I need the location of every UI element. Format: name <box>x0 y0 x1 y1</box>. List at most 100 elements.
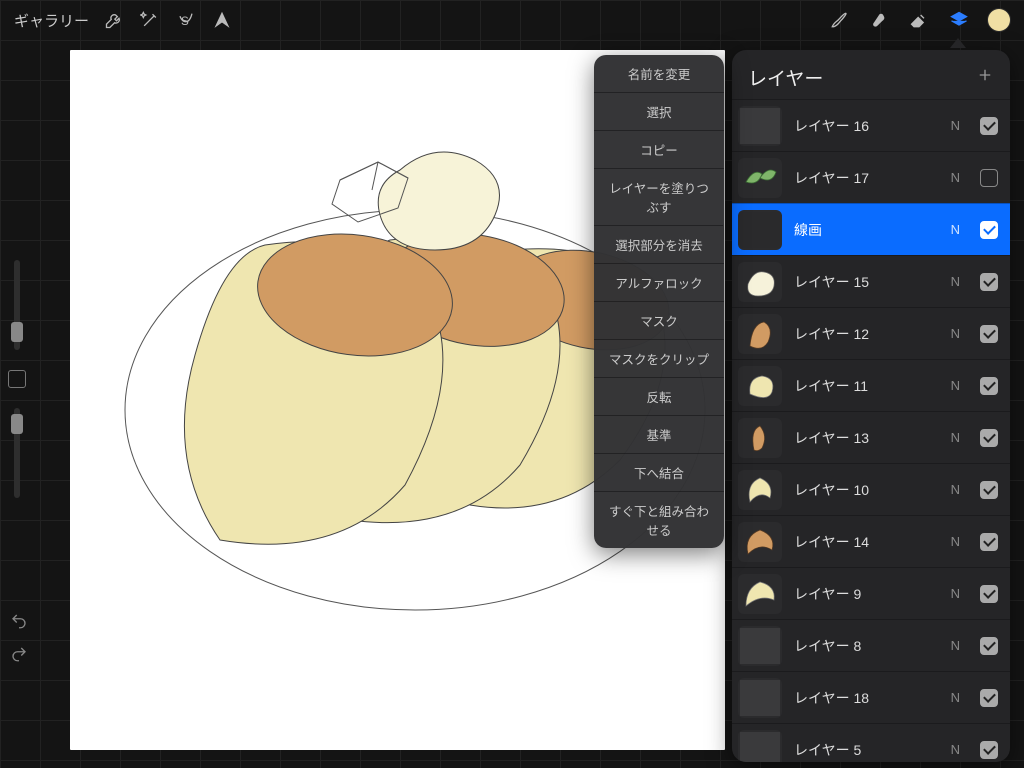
context-menu-item[interactable]: 選択 <box>594 93 724 131</box>
visibility-checkbox[interactable] <box>980 169 998 187</box>
layer-thumbnail[interactable] <box>738 678 782 718</box>
blend-mode-label[interactable]: N <box>951 274 960 289</box>
smudge-icon[interactable] <box>868 9 890 31</box>
layer-row[interactable]: レイヤー 12N <box>732 307 1010 359</box>
topbar-left: ギャラリー S <box>14 9 233 31</box>
visibility-checkbox[interactable] <box>980 117 998 135</box>
context-menu-item[interactable]: 下へ結合 <box>594 454 724 492</box>
context-menu-item[interactable]: コピー <box>594 131 724 169</box>
add-layer-button[interactable] <box>976 66 994 89</box>
layer-row[interactable]: レイヤー 10N <box>732 463 1010 515</box>
blend-mode-label[interactable]: N <box>951 690 960 705</box>
layer-row[interactable]: レイヤー 11 N <box>732 359 1010 411</box>
layers-panel-title: レイヤー <box>748 64 823 91</box>
layer-row[interactable]: 線画 N <box>732 203 1010 255</box>
undo-icon[interactable] <box>10 612 28 635</box>
layer-name-label: レイヤー 9 <box>794 584 939 604</box>
visibility-checkbox[interactable] <box>980 377 998 395</box>
blend-mode-label[interactable]: N <box>951 118 960 133</box>
layer-row[interactable]: レイヤー 9 N <box>732 567 1010 619</box>
visibility-checkbox[interactable] <box>980 533 998 551</box>
wrench-icon[interactable] <box>103 9 125 31</box>
layers-icon[interactable] <box>948 9 970 31</box>
layer-thumbnail[interactable] <box>738 158 782 198</box>
visibility-checkbox[interactable] <box>980 741 998 759</box>
brush-opacity-slider[interactable] <box>14 408 20 498</box>
layer-row[interactable]: レイヤー 17 N <box>732 151 1010 203</box>
context-menu-item[interactable]: マスクをクリップ <box>594 340 724 378</box>
layer-name-label: レイヤー 8 <box>794 636 939 656</box>
layer-thumbnail[interactable] <box>738 366 782 406</box>
modifier-button[interactable] <box>8 370 26 388</box>
blend-mode-label[interactable]: N <box>951 378 960 393</box>
layer-thumbnail[interactable] <box>738 626 782 666</box>
eraser-icon[interactable] <box>908 9 930 31</box>
context-menu-item[interactable]: 名前を変更 <box>594 55 724 93</box>
context-menu-item[interactable]: アルファロック <box>594 264 724 302</box>
transform-arrow-icon[interactable] <box>211 9 233 31</box>
visibility-checkbox[interactable] <box>980 585 998 603</box>
layer-thumbnail[interactable] <box>738 262 782 302</box>
blend-mode-label[interactable]: N <box>951 430 960 445</box>
layer-thumbnail[interactable] <box>738 574 782 614</box>
layer-name-label: 線画 <box>794 220 939 240</box>
visibility-checkbox[interactable] <box>980 637 998 655</box>
visibility-checkbox[interactable] <box>980 221 998 239</box>
blend-mode-label[interactable]: N <box>951 326 960 341</box>
top-toolbar: ギャラリー S <box>0 0 1024 40</box>
blend-mode-label[interactable]: N <box>951 482 960 497</box>
context-menu-item[interactable]: 選択部分を消去 <box>594 226 724 264</box>
color-swatch[interactable] <box>988 9 1010 31</box>
layer-row[interactable]: レイヤー 8 N <box>732 619 1010 671</box>
wand-icon[interactable] <box>139 9 161 31</box>
blend-mode-label[interactable]: N <box>951 638 960 653</box>
brush-icon[interactable] <box>828 9 850 31</box>
selection-icon[interactable]: S <box>175 9 197 31</box>
layer-name-label: レイヤー 18 <box>794 688 939 708</box>
context-menu-item[interactable]: 基準 <box>594 416 724 454</box>
layers-panel: レイヤー レイヤー 16Nレイヤー 17N線画Nレイヤー 15Nレイヤー 12N… <box>732 50 1010 762</box>
layer-row[interactable]: レイヤー 16 N <box>732 99 1010 151</box>
context-menu-item[interactable]: 反転 <box>594 378 724 416</box>
layer-name-label: レイヤー 17 <box>794 168 939 188</box>
layer-name-label: レイヤー 5 <box>794 740 939 760</box>
layers-list[interactable]: レイヤー 16Nレイヤー 17N線画Nレイヤー 15Nレイヤー 12Nレイヤー … <box>732 99 1010 762</box>
layer-thumbnail[interactable] <box>738 522 782 562</box>
topbar-right <box>828 9 1010 31</box>
layer-name-label: レイヤー 14 <box>794 532 939 552</box>
layer-row[interactable]: レイヤー 14 N <box>732 515 1010 567</box>
layer-name-label: レイヤー 15 <box>794 272 939 292</box>
blend-mode-label[interactable]: N <box>951 170 960 185</box>
visibility-checkbox[interactable] <box>980 429 998 447</box>
layer-thumbnail[interactable] <box>738 314 782 354</box>
layer-thumbnail[interactable] <box>738 418 782 458</box>
blend-mode-label[interactable]: N <box>951 742 960 757</box>
visibility-checkbox[interactable] <box>980 273 998 291</box>
visibility-checkbox[interactable] <box>980 481 998 499</box>
visibility-checkbox[interactable] <box>980 689 998 707</box>
layer-thumbnail[interactable] <box>738 106 782 146</box>
blend-mode-label[interactable]: N <box>951 222 960 237</box>
layer-row[interactable]: レイヤー 15 N <box>732 255 1010 307</box>
brush-size-slider[interactable] <box>14 260 20 350</box>
layer-row[interactable]: レイヤー 18 N <box>732 671 1010 723</box>
layer-row[interactable]: レイヤー 13N <box>732 411 1010 463</box>
layer-row[interactable]: レイヤー 5 N <box>732 723 1010 762</box>
context-menu-item[interactable]: すぐ下と組み合わせる <box>594 492 724 548</box>
blend-mode-label[interactable]: N <box>951 534 960 549</box>
undo-redo-group <box>10 612 28 668</box>
redo-icon[interactable] <box>10 645 28 668</box>
layer-name-label: レイヤー 16 <box>794 116 939 136</box>
visibility-checkbox[interactable] <box>980 325 998 343</box>
layer-thumbnail[interactable] <box>738 470 782 510</box>
layer-thumbnail[interactable] <box>738 210 782 250</box>
layers-panel-header: レイヤー <box>732 50 1010 99</box>
side-sliders <box>6 260 28 498</box>
blend-mode-label[interactable]: N <box>951 586 960 601</box>
context-menu-item[interactable]: レイヤーを塗りつぶす <box>594 169 724 226</box>
gallery-button[interactable]: ギャラリー <box>14 10 89 31</box>
layer-thumbnail[interactable] <box>738 730 782 763</box>
layer-name-label: レイヤー 11 <box>794 376 939 396</box>
context-menu-item[interactable]: マスク <box>594 302 724 340</box>
app-root: ギャラリー S <box>0 0 1024 768</box>
